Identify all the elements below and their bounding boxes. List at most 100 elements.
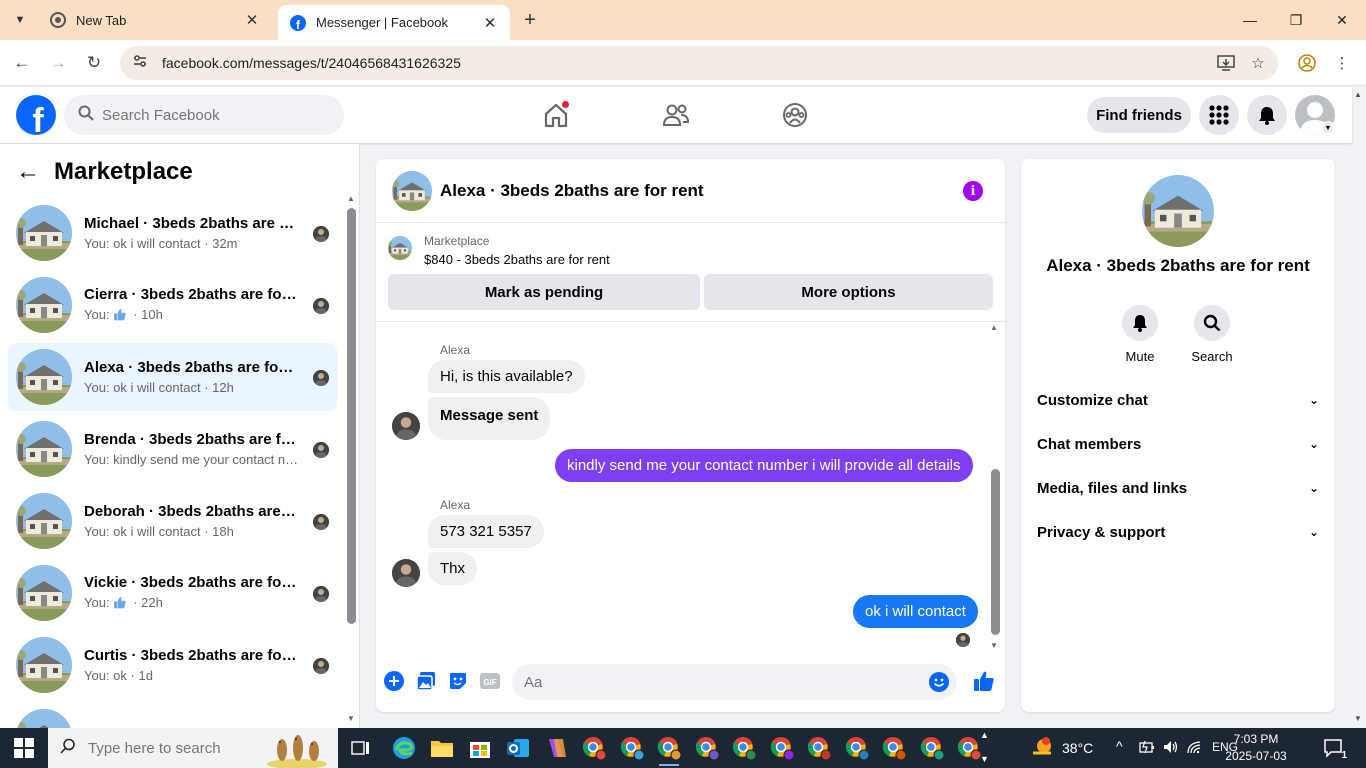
conversation-item[interactable]: Curtis · 3beds 2baths are for rent You: o… — [8, 631, 337, 699]
profile-icon[interactable] — [1295, 51, 1319, 75]
facebook-search[interactable] — [64, 95, 344, 135]
menu-grid-icon[interactable] — [1199, 95, 1239, 135]
chevron-down-icon[interactable]: ▼ — [1321, 121, 1335, 135]
chat-members-row[interactable]: Chat members ⌄ — [1029, 422, 1327, 466]
notification-center-icon[interactable]: 1 — [1318, 732, 1350, 764]
copilot-icon[interactable] — [540, 732, 572, 764]
address-bar[interactable]: facebook.com/messages/t/2404656843162632… — [120, 46, 1278, 80]
microsoft-store-icon[interactable] — [464, 732, 496, 764]
conversation-item[interactable]: Michael · 3beds 2baths are for rent You: … — [8, 199, 337, 267]
more-options-button[interactable]: More options — [704, 274, 993, 310]
tab-search-chevron-icon[interactable]: ▼ — [8, 8, 32, 32]
page-scroll-up-icon[interactable]: ▲ — [1354, 90, 1362, 99]
scroll-down-icon[interactable]: ▼ — [347, 714, 355, 723]
conversation-list-scrollbar[interactable] — [347, 208, 356, 624]
chat-scrollbar[interactable] — [991, 469, 1000, 635]
message-input-box[interactable] — [512, 664, 957, 700]
facebook-logo-icon[interactable]: f — [16, 95, 56, 135]
scroll-down-icon[interactable]: ▼ — [980, 754, 989, 764]
conversation-item[interactable]: Deborah · 3beds 2baths are for rent You: … — [8, 487, 337, 555]
notifications-bell-icon[interactable] — [1247, 95, 1287, 135]
chrome-profile-icon[interactable] — [841, 732, 873, 764]
message-input[interactable] — [524, 673, 904, 691]
home-icon[interactable] — [540, 99, 572, 131]
listing-title[interactable]: $840 - 3beds 2baths are for rent — [424, 252, 610, 267]
sender-avatar[interactable] — [392, 559, 420, 587]
restore-icon[interactable]: ❐ — [1284, 8, 1308, 32]
conversation-item[interactable]: Brenda · 3beds 2baths are for rent You: k… — [8, 415, 337, 483]
scroll-down-icon[interactable]: ▼ — [990, 641, 998, 650]
sticker-icon[interactable] — [448, 671, 468, 691]
file-explorer-icon[interactable] — [426, 732, 458, 764]
volume-icon[interactable] — [1162, 739, 1180, 758]
taskbar-search[interactable] — [48, 728, 338, 768]
chat-header[interactable]: Alexa · 3beds 2baths are for rent i — [376, 159, 1005, 223]
site-info-icon[interactable] — [132, 53, 148, 74]
mute-action[interactable]: Mute — [1110, 305, 1170, 364]
thumbs-up-icon[interactable] — [972, 669, 996, 693]
gif-icon[interactable]: GIF — [480, 671, 500, 691]
new-tab-icon[interactable]: + — [518, 8, 542, 32]
reload-icon[interactable]: ↻ — [81, 50, 107, 76]
minimize-icon[interactable]: — — [1238, 8, 1262, 32]
conversation-item[interactable]: Jeannie · 3beds 2baths are for rent — [8, 703, 337, 728]
groups-icon[interactable] — [779, 99, 811, 131]
wifi-icon[interactable] — [1186, 739, 1204, 758]
conversation-item[interactable]: Vickie · 3beds 2baths are for rent You: ·… — [8, 559, 337, 627]
chrome-profile-icon[interactable] — [616, 732, 648, 764]
message-bubble-incoming[interactable]: Message sent — [428, 397, 551, 440]
plus-icon[interactable] — [384, 671, 404, 691]
back-icon[interactable]: ← — [9, 50, 35, 76]
conversation-item[interactable]: Alexa · 3beds 2baths are for rent You: ok… — [8, 343, 337, 411]
chrome-profile-icon[interactable] — [578, 732, 610, 764]
listing-photo[interactable] — [1142, 175, 1214, 247]
mark-as-pending-button[interactable]: Mark as pending — [388, 274, 700, 310]
page-scroll-down-icon[interactable]: ▼ — [1354, 714, 1362, 723]
task-view-icon[interactable] — [345, 732, 377, 764]
install-app-icon[interactable] — [1214, 51, 1238, 75]
weather-icon[interactable] — [1026, 732, 1058, 764]
scroll-up-icon[interactable]: ▲ — [990, 323, 998, 332]
edge-icon[interactable] — [388, 732, 420, 764]
battery-icon[interactable] — [1138, 739, 1156, 758]
tab-messenger[interactable]: f Messenger | Facebook ✕ — [278, 5, 510, 40]
windows-start-icon[interactable] — [14, 738, 34, 758]
clock[interactable]: 7:03 PM 2025-07-03 — [1218, 731, 1294, 765]
close-window-icon[interactable]: ✕ — [1330, 8, 1354, 32]
show-hidden-icons-icon[interactable]: ^ — [1116, 738, 1123, 754]
scroll-up-icon[interactable]: ▲ — [980, 730, 989, 740]
chrome-profile-icon[interactable] — [766, 732, 798, 764]
search-input[interactable] — [102, 106, 322, 124]
message-bubble-outgoing[interactable]: ok i will contact — [853, 595, 978, 628]
message-bubble-incoming[interactable]: Hi, is this available? — [428, 360, 585, 393]
customize-chat-row[interactable]: Customize chat ⌄ — [1029, 378, 1327, 422]
media-files-links-row[interactable]: Media, files and links ⌄ — [1029, 466, 1327, 510]
close-tab-icon[interactable]: ✕ — [244, 12, 260, 29]
forward-icon[interactable]: → — [45, 50, 71, 76]
close-tab-icon[interactable]: ✕ — [482, 15, 498, 32]
message-bubble-outgoing[interactable]: kindly send me your contact number i wil… — [555, 449, 973, 482]
sender-avatar[interactable] — [392, 412, 420, 440]
find-friends-button[interactable]: Find friends — [1087, 97, 1191, 133]
chrome-profile-icon[interactable] — [728, 732, 760, 764]
chrome-profile-icon[interactable] — [803, 732, 835, 764]
friends-icon[interactable] — [660, 99, 692, 131]
chrome-profile-icon[interactable] — [878, 732, 910, 764]
scroll-up-icon[interactable]: ▲ — [347, 194, 355, 203]
message-bubble-incoming[interactable]: Thx — [428, 552, 478, 585]
tab-new-tab[interactable]: New Tab ✕ — [38, 3, 272, 37]
conversation-item[interactable]: Cierra · 3beds 2baths are for rent You: ·… — [8, 271, 337, 339]
photo-icon[interactable] — [416, 671, 436, 691]
taskbar-search-input[interactable] — [88, 739, 258, 757]
browser-menu-icon[interactable]: ⋮ — [1330, 51, 1354, 75]
chrome-profile-icon[interactable] — [916, 732, 948, 764]
message-bubble-incoming[interactable]: 573 321 5357 — [428, 515, 544, 548]
bookmark-star-icon[interactable]: ☆ — [1246, 51, 1270, 75]
info-icon[interactable]: i — [963, 181, 983, 201]
emoji-icon[interactable] — [929, 672, 949, 697]
privacy-support-row[interactable]: Privacy & support ⌄ — [1029, 510, 1327, 554]
chrome-profile-icon[interactable] — [653, 732, 685, 766]
outlook-icon[interactable] — [502, 732, 534, 764]
search-action[interactable]: Search — [1182, 305, 1242, 364]
back-arrow-icon[interactable]: ← — [16, 158, 40, 186]
